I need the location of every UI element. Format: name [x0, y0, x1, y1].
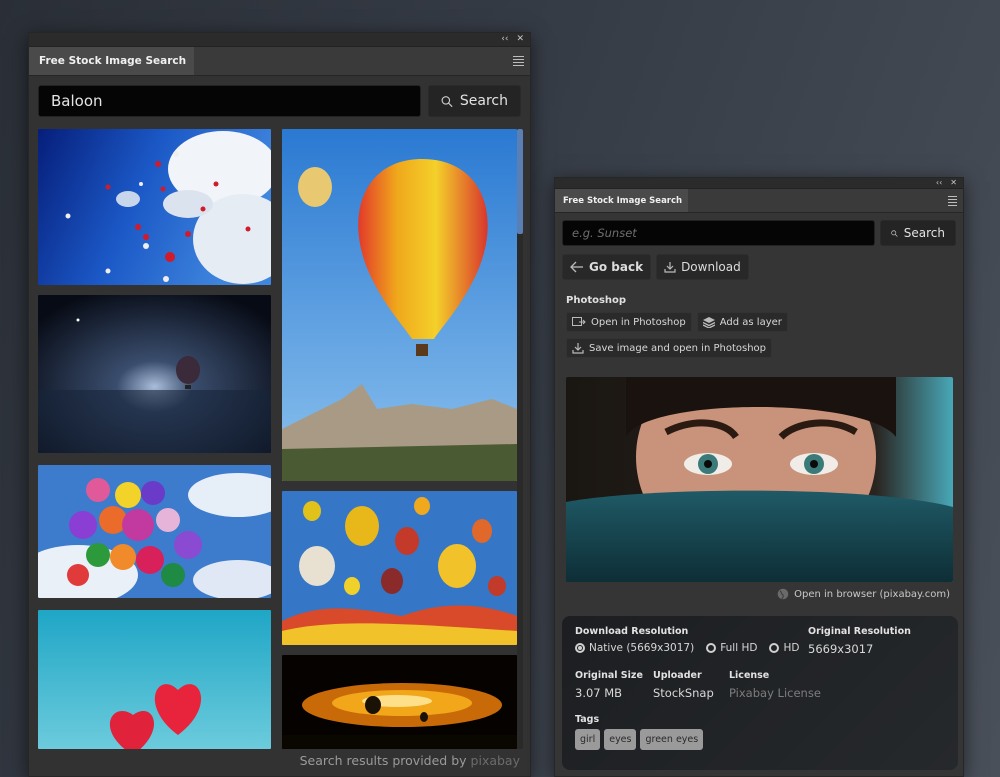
uploader-label: Uploader: [653, 670, 702, 681]
radio-hd[interactable]: HD: [769, 642, 799, 654]
uploader-value: StockSnap: [653, 686, 714, 700]
original-size-value: 3.07 MB: [575, 686, 623, 700]
panel-topbar: ‹‹ ✕: [29, 33, 530, 47]
search-button[interactable]: Search: [880, 220, 956, 246]
results-grid: [37, 129, 517, 749]
navigation-actions: Go back Download: [555, 246, 963, 280]
photoshop-actions-row-2: Save image and open in Photoshop: [555, 332, 963, 358]
radio-selected-icon: [575, 643, 585, 653]
radio-label: Full HD: [720, 642, 758, 654]
tags-list: girl eyes green eyes: [575, 729, 945, 750]
search-button-label: Search: [459, 93, 508, 109]
tag-chip[interactable]: eyes: [604, 729, 637, 750]
radio-full-hd[interactable]: Full HD: [706, 642, 757, 654]
radio-label: HD: [783, 642, 800, 654]
results-scrollbar[interactable]: [517, 129, 523, 749]
search-icon: [441, 95, 453, 107]
radio-native[interactable]: Native (5669x3017): [575, 642, 694, 654]
download-icon: [572, 343, 584, 354]
go-back-label: Go back: [589, 260, 644, 274]
scrollbar-thumb[interactable]: [517, 129, 523, 234]
open-in-browser-link[interactable]: Open in browser (pixabay.com): [777, 588, 950, 600]
open-in-photoshop-label: Open in Photoshop: [591, 316, 686, 328]
image-preview: [566, 377, 953, 582]
hamburger-menu-icon[interactable]: [513, 47, 530, 75]
double-chevron-left-icon[interactable]: ‹‹: [501, 35, 508, 44]
result-thumbnail[interactable]: [38, 465, 271, 598]
search-icon: [891, 229, 898, 237]
close-icon[interactable]: ✕: [950, 179, 957, 187]
panel-topbar: ‹‹ ✕: [555, 178, 963, 189]
search-button[interactable]: Search: [428, 85, 521, 117]
close-icon[interactable]: ✕: [516, 35, 524, 44]
arrow-left-icon: [570, 261, 583, 273]
tab-free-stock-image-search[interactable]: Free Stock Image Search: [555, 189, 689, 212]
result-thumbnail[interactable]: [38, 610, 271, 749]
tags-label: Tags: [575, 714, 600, 725]
tag-chip[interactable]: green eyes: [640, 729, 704, 750]
original-resolution-label: Original Resolution: [808, 626, 911, 637]
open-image-icon: [572, 317, 586, 326]
hamburger-menu-icon[interactable]: [948, 189, 963, 212]
download-button[interactable]: Download: [656, 254, 749, 280]
result-thumbnail[interactable]: [282, 491, 517, 645]
result-thumbnail[interactable]: [282, 129, 517, 481]
credit-text: Search results provided by: [299, 753, 467, 768]
tag-chip[interactable]: girl: [575, 729, 601, 750]
layers-icon: [702, 316, 715, 328]
search-input[interactable]: [38, 85, 421, 117]
open-in-photoshop-button[interactable]: Open in Photoshop: [566, 312, 692, 332]
search-row: Search: [29, 76, 530, 117]
search-button-label: Search: [903, 226, 945, 240]
download-resolution-label: Download Resolution: [575, 626, 689, 637]
open-in-browser-label: Open in browser (pixabay.com): [794, 588, 950, 600]
radio-unselected-icon: [769, 643, 780, 653]
add-as-layer-label: Add as layer: [719, 316, 782, 328]
tab-bar: Free Stock Image Search: [29, 47, 530, 76]
search-input[interactable]: [562, 220, 875, 246]
result-thumbnail[interactable]: [38, 129, 271, 285]
save-and-open-label: Save image and open in Photoshop: [589, 342, 767, 354]
image-detail-panel: ‹‹ ✕ Free Stock Image Search Search Go b…: [554, 177, 964, 777]
original-size-label: Original Size: [575, 670, 643, 681]
tab-bar: Free Stock Image Search: [555, 189, 963, 213]
pixabay-credit: Search results provided by pixabay: [300, 753, 520, 768]
radio-label: Native (5669x3017): [589, 642, 695, 654]
photoshop-actions-row: Open in Photoshop Add as layer: [555, 306, 963, 332]
tab-free-stock-image-search[interactable]: Free Stock Image Search: [29, 47, 195, 75]
double-chevron-left-icon[interactable]: ‹‹: [936, 179, 942, 187]
search-results-panel: ‹‹ ✕ Free Stock Image Search Search: [28, 32, 531, 777]
go-back-button[interactable]: Go back: [562, 254, 652, 280]
add-as-layer-button[interactable]: Add as layer: [696, 312, 788, 332]
save-and-open-button[interactable]: Save image and open in Photoshop: [566, 338, 773, 358]
download-label: Download: [681, 260, 741, 274]
radio-unselected-icon: [706, 643, 717, 653]
original-resolution-value: 5669x3017: [808, 642, 874, 656]
search-row: Search: [555, 213, 963, 246]
result-thumbnail[interactable]: [282, 655, 517, 749]
photoshop-section-title: Photoshop: [566, 295, 627, 306]
globe-icon: [777, 588, 789, 600]
pixabay-link[interactable]: pixabay: [471, 753, 520, 768]
download-icon: [664, 262, 676, 273]
resolution-radio-group: Native (5669x3017) Full HD HD: [575, 642, 808, 654]
image-details-card: Download Resolution Native (5669x3017) F…: [562, 616, 958, 770]
license-label: License: [729, 670, 770, 681]
result-thumbnail[interactable]: [38, 295, 271, 453]
license-link[interactable]: Pixabay License: [729, 686, 821, 700]
